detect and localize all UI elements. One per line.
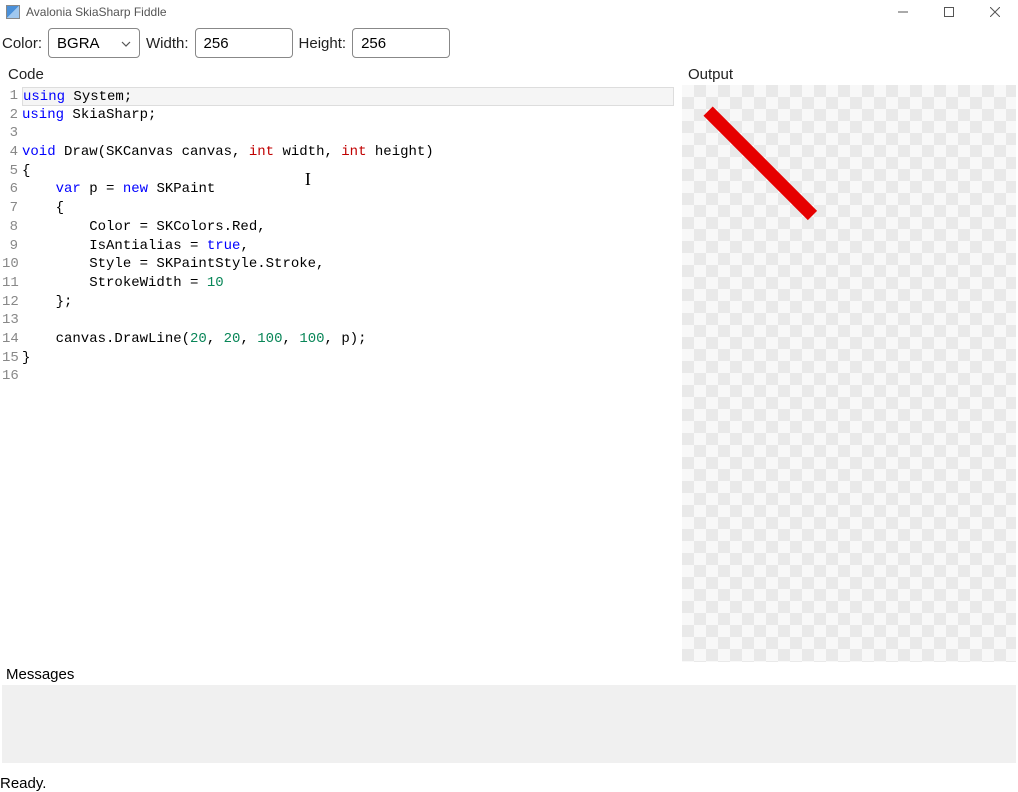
width-label: Width: xyxy=(146,35,189,52)
code-editor[interactable]: 12345678910111213141516 using System;usi… xyxy=(2,85,674,662)
code-line[interactable]: } xyxy=(22,349,674,368)
code-line[interactable]: { xyxy=(22,199,674,218)
settings-bar: Color: BGRA Width: Height: xyxy=(0,24,1018,64)
title-bar: Avalonia SkiaSharp Fiddle xyxy=(0,0,1018,24)
code-label: Code xyxy=(2,64,674,85)
code-gutter: 12345678910111213141516 xyxy=(2,86,20,662)
code-line[interactable]: }; xyxy=(22,293,674,312)
maximize-button[interactable] xyxy=(926,0,972,24)
code-line[interactable]: StrokeWidth = 10 xyxy=(22,274,674,293)
code-line[interactable] xyxy=(22,124,674,143)
code-line[interactable]: canvas.DrawLine(20, 20, 100, 100, p); xyxy=(22,330,674,349)
code-line[interactable]: var p = new SKPaint xyxy=(22,180,674,199)
messages-label: Messages xyxy=(0,662,1018,685)
app-icon xyxy=(6,5,20,19)
code-line[interactable]: Style = SKPaintStyle.Stroke, xyxy=(22,255,674,274)
code-line[interactable]: IsAntialias = true, xyxy=(22,237,674,256)
code-area[interactable]: using System;using SkiaSharp; void Draw(S… xyxy=(20,86,674,662)
code-line[interactable] xyxy=(22,367,674,386)
code-line[interactable] xyxy=(22,311,674,330)
chevron-down-icon xyxy=(121,36,131,50)
color-label: Color: xyxy=(2,35,42,52)
output-label: Output xyxy=(682,64,1016,85)
height-label: Height: xyxy=(299,35,347,52)
color-combo[interactable]: BGRA xyxy=(48,28,140,58)
code-line[interactable]: using System; xyxy=(22,87,674,106)
code-line[interactable]: void Draw(SKCanvas canvas, int width, in… xyxy=(22,143,674,162)
close-button[interactable] xyxy=(972,0,1018,24)
output-drawing xyxy=(682,85,1016,419)
output-canvas xyxy=(682,85,1016,662)
code-line[interactable]: { xyxy=(22,162,674,181)
width-input[interactable] xyxy=(195,28,293,58)
height-input[interactable] xyxy=(352,28,450,58)
status-text: Ready. xyxy=(0,775,46,792)
window-title: Avalonia SkiaSharp Fiddle xyxy=(26,5,167,19)
color-combo-value: BGRA xyxy=(57,35,100,52)
code-line[interactable]: Color = SKColors.Red, xyxy=(22,218,674,237)
code-line[interactable]: using SkiaSharp; xyxy=(22,106,674,125)
minimize-button[interactable] xyxy=(880,0,926,24)
messages-box[interactable] xyxy=(2,685,1016,763)
